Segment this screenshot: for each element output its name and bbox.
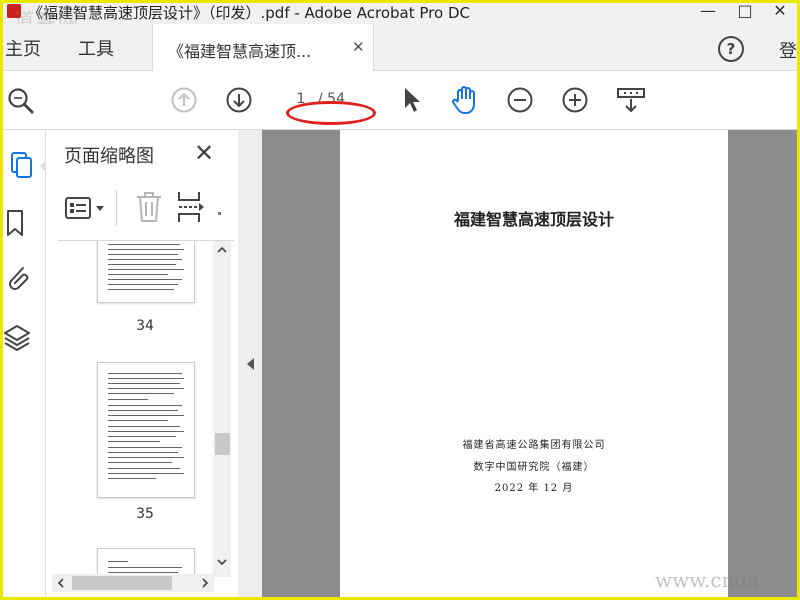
maximize-button[interactable]: □ [727, 0, 763, 24]
window-title: 《福建智慧高速顶层设计》（印发）.pdf - Adobe Acrobat Pro… [28, 4, 470, 22]
select-cursor-icon[interactable] [402, 86, 422, 114]
panel-close-icon[interactable]: ✕ [194, 139, 214, 167]
document-viewport[interactable]: 福建智慧高速顶层设计 福建省高速公路集团有限公司 数字中国研究院（福建） 202… [262, 130, 797, 597]
thumbnail-options-icon[interactable] [64, 196, 108, 220]
more-tools-dot[interactable] [218, 212, 221, 215]
scroll-left-icon[interactable] [56, 577, 66, 589]
zoom-in-icon[interactable] [562, 87, 588, 113]
zoom-out-icon[interactable] [507, 87, 533, 113]
thumbnail-list: 34 35 [46, 241, 214, 577]
minimize-button[interactable]: — [690, 0, 726, 24]
thumbnail-page-number-35: 35 [136, 506, 154, 522]
document-date: 2022 年 12 月 [494, 483, 574, 494]
hand-tool-icon[interactable] [451, 84, 481, 116]
scroll-up-icon[interactable] [216, 245, 228, 255]
document-title: 福建智慧高速顶层设计 [453, 210, 614, 229]
attachments-rail-button[interactable] [3, 260, 45, 300]
toolbar: 1 / 54 [0, 71, 800, 130]
thumbnail-page-number-34: 34 [136, 318, 154, 334]
page-thumbnails-rail-button[interactable] [3, 146, 45, 186]
title-bar: 《福建智慧高速顶层设计》（印发）.pdf - Adobe Acrobat Pro… [0, 0, 800, 32]
page-thumbnail-34[interactable] [97, 241, 195, 303]
tab-bar: 主页 工具 《福建智慧高速顶... ✕ ? 登 [0, 24, 800, 71]
scroll-down-icon[interactable] [216, 557, 228, 567]
next-page-icon[interactable] [226, 87, 252, 113]
trash-icon[interactable] [135, 191, 163, 223]
vertical-scroll-thumb[interactable] [215, 433, 230, 455]
help-icon[interactable]: ? [718, 36, 744, 62]
panel-tools [58, 180, 234, 241]
home-menu[interactable]: 主页 [5, 35, 41, 61]
page-thumbnails-icon [11, 152, 45, 178]
panel-collapse-strip[interactable] [238, 130, 262, 597]
document-org-secondary: 数字中国研究院（福建） [473, 462, 595, 473]
layers-rail-button[interactable] [3, 320, 45, 360]
pdf-page: 福建智慧高速顶层设计 福建省高速公路集团有限公司 数字中国研究院（福建） 202… [340, 130, 728, 597]
previous-page-icon[interactable] [171, 87, 197, 113]
horizontal-scroll-thumb[interactable] [72, 576, 172, 590]
close-tab-icon[interactable]: ✕ [352, 38, 365, 56]
page-thumbnail-35[interactable] [97, 362, 195, 498]
page-thumbnails-panel: 页面缩略图 ✕ 34 35 [46, 130, 239, 597]
page-thumbnail-36[interactable] [97, 548, 195, 577]
bookmark-icon [7, 210, 23, 236]
scroll-right-icon[interactable] [200, 577, 210, 589]
insert-pages-icon[interactable] [176, 190, 206, 224]
red-highlight-ellipse [286, 101, 376, 125]
panel-tools-divider [116, 190, 117, 226]
document-tab[interactable]: 《福建智慧高速顶... ✕ [152, 24, 374, 71]
document-org-primary: 福建省高速公路集团有限公司 [462, 440, 606, 451]
close-window-button[interactable]: ✕ [762, 0, 798, 24]
tools-menu[interactable]: 工具 [78, 35, 114, 61]
bookmarks-rail-button[interactable] [3, 205, 45, 245]
paperclip-icon [9, 267, 29, 290]
left-navigation-rail [3, 130, 46, 597]
thumbnail-vertical-scrollbar[interactable] [213, 241, 231, 577]
layers-icon [4, 325, 30, 351]
thumbnail-horizontal-scrollbar[interactable] [52, 574, 214, 592]
sign-in-button[interactable]: 登 [779, 37, 797, 63]
page-display-icon[interactable] [616, 87, 646, 115]
document-tab-label: 《福建智慧高速顶... [168, 42, 312, 61]
collapse-arrow-icon[interactable] [247, 358, 254, 370]
search-zoom-icon[interactable] [6, 86, 36, 116]
panel-title: 页面缩略图 [64, 146, 154, 167]
site-watermark: www.cnda [655, 568, 760, 592]
